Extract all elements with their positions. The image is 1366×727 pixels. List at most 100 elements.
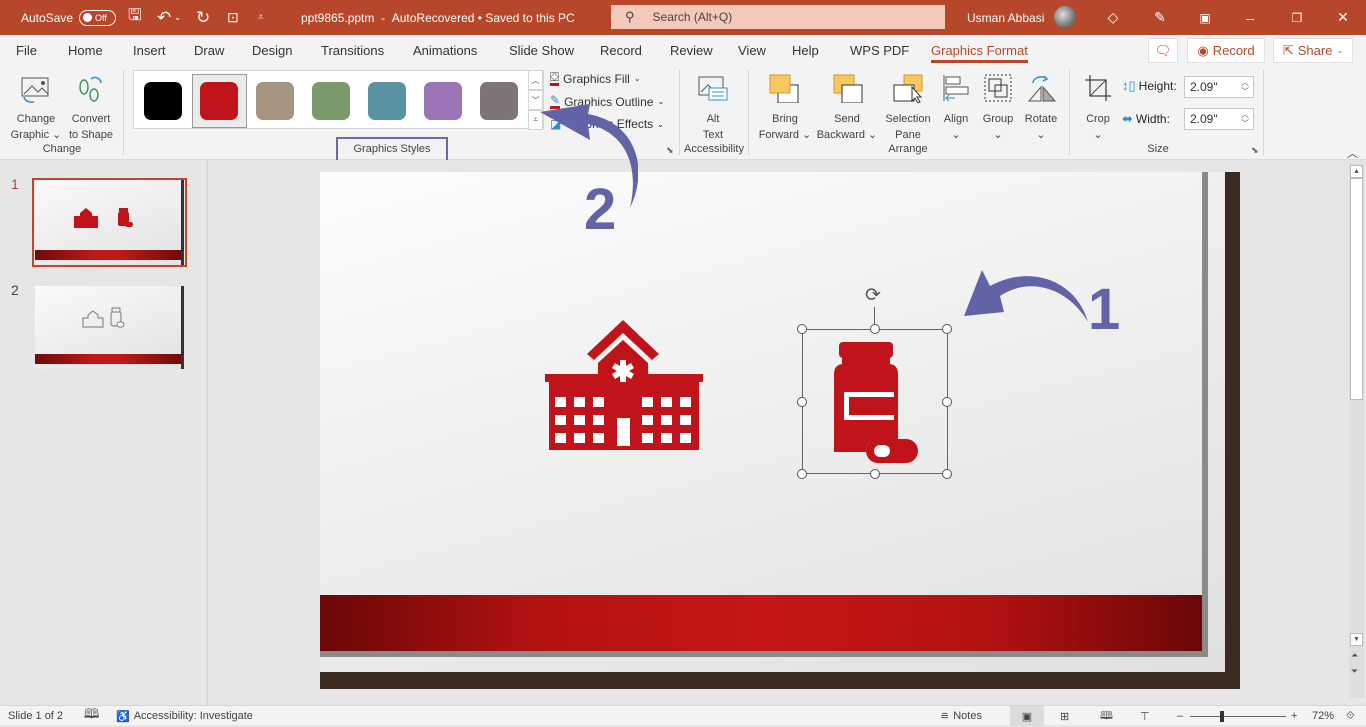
record-button[interactable]: ◉ Record	[1187, 38, 1265, 63]
search-box[interactable]: ⚲ Search (Alt+Q)	[611, 5, 945, 29]
tab-record[interactable]: Record	[600, 35, 642, 65]
resize-handle-w[interactable]	[797, 397, 807, 407]
send-backward-button[interactable]: Send Backward ⌄	[816, 73, 878, 145]
size-dialog-launcher[interactable]: ⬊	[1251, 145, 1259, 156]
tab-help[interactable]: Help	[792, 35, 819, 65]
tab-home[interactable]: Home	[68, 35, 103, 65]
convert-to-shape-icon	[79, 76, 102, 102]
height-icon: ↕▯	[1122, 78, 1136, 93]
zoom-out-button[interactable]: –	[1177, 706, 1183, 726]
tab-transitions[interactable]: Transitions	[321, 35, 384, 65]
graphics-fill-button[interactable]: ⛋ Graphics Fill ⌄	[550, 71, 641, 86]
height-spinner[interactable]: ︿ ﹀	[1241, 78, 1249, 96]
ribbon-display-icon[interactable]: ▣	[1185, 0, 1225, 35]
selection-pane-button[interactable]: Selection Pane	[880, 73, 936, 145]
collapse-ribbon-icon[interactable]: ︿	[1347, 145, 1358, 161]
comments-button[interactable]: 🗨	[1148, 38, 1178, 63]
customize-qat-icon[interactable]: ⩡	[258, 0, 264, 35]
tab-design[interactable]: Design	[252, 35, 292, 65]
zoom-level[interactable]: 72%	[1312, 706, 1334, 726]
share-button[interactable]: ⇱ Share ⌄	[1273, 38, 1353, 63]
notes-button[interactable]: ≘ Notes	[940, 706, 982, 726]
rotate-icon	[1027, 75, 1057, 102]
styles-dialog-launcher[interactable]: ⬊	[666, 145, 674, 156]
normal-view-button[interactable]: ▣	[1010, 706, 1044, 726]
annotation-step-2: 2	[584, 177, 617, 242]
convert-to-shape-button[interactable]: Convert to Shape	[64, 73, 118, 141]
style-swatch-black[interactable]	[144, 82, 182, 120]
close-button[interactable]: ✕	[1323, 0, 1363, 35]
slide-show-button[interactable]: ⊤	[1140, 706, 1150, 726]
slide-editor[interactable]: ⟳	[320, 172, 1240, 689]
fill-bucket-icon: ⛋	[550, 70, 560, 86]
alt-text-button[interactable]: Alt Text	[690, 73, 736, 141]
resize-handle-e[interactable]	[942, 397, 952, 407]
height-input[interactable]: 2.09" ︿ ﹀	[1184, 76, 1254, 98]
undo-icon[interactable]: ↶ ⌄	[157, 0, 181, 35]
diamond-icon[interactable]: ◇	[1093, 0, 1133, 35]
scroll-thumb[interactable]	[1350, 178, 1363, 400]
vertical-scrollbar[interactable]: ▲ ▼ ⏶ ⏷	[1349, 163, 1364, 698]
previous-slide-button[interactable]: ⏶	[1351, 650, 1358, 661]
slide-sorter-button[interactable]: ⊞	[1060, 706, 1069, 726]
resize-handle-ne[interactable]	[942, 324, 952, 334]
tab-wps-pdf[interactable]: WPS PDF	[850, 35, 909, 65]
style-swatch-green[interactable]	[312, 82, 350, 120]
style-swatch-teal[interactable]	[368, 82, 406, 120]
zoom-in-button[interactable]: +	[1291, 706, 1297, 726]
bring-forward-button[interactable]: Bring Forward ⌄	[756, 73, 814, 145]
rotate-button[interactable]: Rotate ⌄	[1020, 73, 1062, 145]
resize-handle-s[interactable]	[870, 469, 880, 479]
resize-handle-nw[interactable]	[797, 324, 807, 334]
pen-icon[interactable]: ✎	[1140, 0, 1180, 35]
slides-pane: 1 2	[0, 160, 208, 705]
tab-slide-show[interactable]: Slide Show	[509, 35, 574, 65]
resize-handle-se[interactable]	[942, 469, 952, 479]
autosave-toggle[interactable]: Off	[79, 9, 117, 26]
align-button[interactable]: Align ⌄	[938, 73, 974, 145]
zoom-slider[interactable]	[1190, 716, 1286, 717]
resize-handle-n[interactable]	[870, 324, 880, 334]
slide-thumbnail-1[interactable]	[35, 180, 184, 265]
style-swatch-red[interactable]	[200, 82, 238, 120]
gallery-scroll-up[interactable]: ︿	[528, 70, 543, 90]
slide-sorter-icon: ⊞	[1060, 710, 1070, 723]
tab-graphics-format[interactable]: Graphics Format	[931, 35, 1028, 65]
restore-button[interactable]: ❐	[1277, 0, 1317, 35]
reading-view-button[interactable]: 🕮	[1100, 706, 1113, 726]
ribbon-tabs: File Home Insert Draw Design Transitions…	[0, 35, 1366, 65]
resize-handle-sw[interactable]	[797, 469, 807, 479]
zoom-slider-thumb[interactable]	[1220, 711, 1224, 722]
save-icon[interactable]: 🖫	[128, 0, 142, 35]
rotation-handle-icon[interactable]: ⟳	[865, 284, 881, 307]
redo-icon[interactable]: ↻	[196, 0, 210, 35]
minimize-button[interactable]: –	[1230, 0, 1270, 35]
style-swatch-purple[interactable]	[424, 82, 462, 120]
width-spinner[interactable]: ︿ ﹀	[1241, 110, 1249, 128]
tab-draw[interactable]: Draw	[194, 35, 224, 65]
tab-animations[interactable]: Animations	[413, 35, 477, 65]
accessibility-status[interactable]: ♿ Accessibility: Investigate	[116, 706, 253, 726]
tab-review[interactable]: Review	[670, 35, 713, 65]
user-name[interactable]: Usman Abbasi	[967, 0, 1044, 35]
tab-insert[interactable]: Insert	[133, 35, 166, 65]
style-swatch-mauve[interactable]	[480, 82, 518, 120]
change-graphic-button[interactable]: Change Graphic ⌄	[8, 73, 64, 141]
annotation-arrow-1	[964, 270, 1088, 322]
present-icon[interactable]: ⊡	[227, 0, 239, 35]
spelling-check-icon[interactable]: 🕮	[84, 706, 99, 726]
style-swatch-tan[interactable]	[256, 82, 294, 120]
tab-view[interactable]: View	[738, 35, 766, 65]
width-input[interactable]: 2.09" ︿ ﹀	[1184, 108, 1254, 130]
slide-thumbnail-2[interactable]	[35, 286, 184, 369]
crop-button[interactable]: Crop ⌄	[1080, 73, 1116, 145]
tab-file[interactable]: File	[16, 35, 37, 65]
avatar[interactable]	[1054, 6, 1076, 28]
autosave[interactable]: AutoSave Off	[21, 0, 117, 35]
fit-to-window-icon[interactable]: ⟐	[1346, 706, 1355, 726]
next-slide-button[interactable]: ⏷	[1351, 666, 1358, 677]
scroll-down-button[interactable]: ▼	[1350, 633, 1363, 646]
scroll-up-button[interactable]: ▲	[1350, 165, 1363, 178]
hospital-icon[interactable]	[543, 318, 705, 452]
group-button[interactable]: Group ⌄	[978, 73, 1018, 145]
